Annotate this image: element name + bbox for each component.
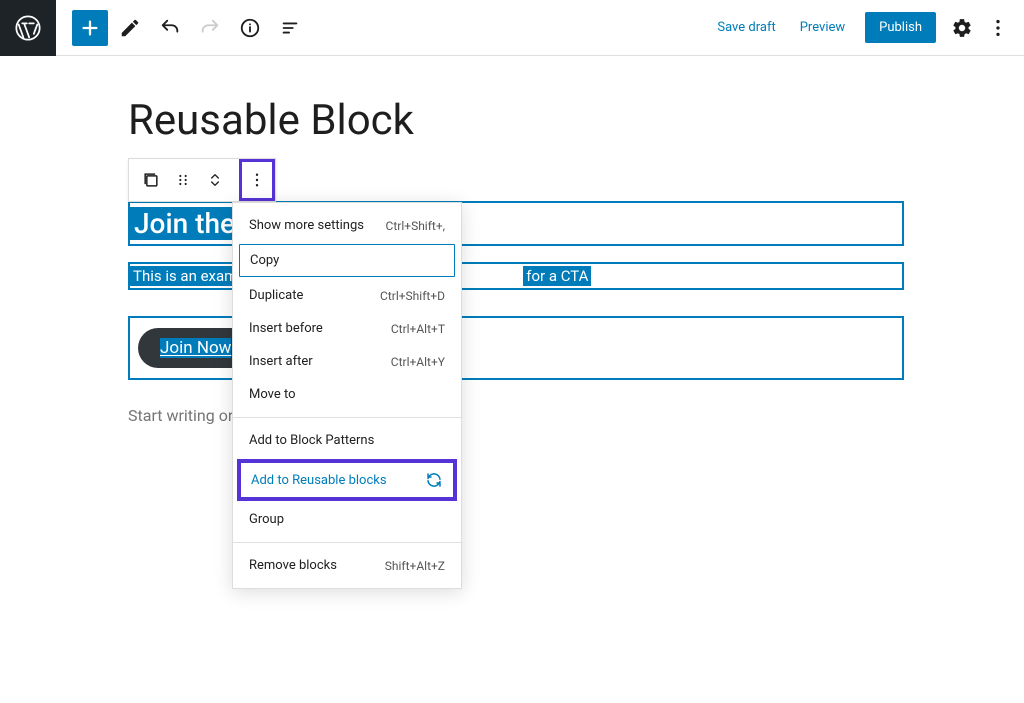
top-toolbar: Save draft Preview Publish [0, 0, 1024, 56]
cta-button-label: Join Now [160, 338, 231, 358]
settings-icon[interactable] [944, 10, 980, 46]
redo-icon [192, 10, 228, 46]
block-more-options-button[interactable] [239, 159, 275, 201]
move-up-down-icon[interactable] [199, 162, 231, 198]
post-title[interactable]: Reusable Block [128, 96, 904, 145]
drag-handle-icon[interactable] [167, 162, 199, 198]
more-options-icon[interactable] [980, 10, 1016, 46]
menu-item-duplicate[interactable]: Duplicate Ctrl+Shift+D [233, 279, 461, 312]
block-toolbar [128, 158, 276, 202]
paragraph-text-left[interactable]: This is an exam [130, 266, 240, 286]
save-draft-button[interactable]: Save draft [705, 12, 787, 43]
refresh-icon [425, 471, 443, 489]
heading-text[interactable]: Join the [130, 207, 239, 240]
info-icon[interactable] [232, 10, 268, 46]
menu-item-insert-after[interactable]: Insert after Ctrl+Alt+Y [233, 345, 461, 378]
menu-item-show-more-settings[interactable]: Show more settings Ctrl+Shift+, [233, 209, 461, 242]
menu-item-add-to-patterns[interactable]: Add to Block Patterns [233, 424, 461, 457]
paragraph-text-right[interactable]: for a CTA [523, 266, 591, 286]
wordpress-logo-icon[interactable] [0, 0, 56, 56]
menu-item-add-to-reusable[interactable]: Add to Reusable blocks [237, 459, 457, 501]
menu-item-group[interactable]: Group [233, 503, 461, 536]
preview-button[interactable]: Preview [788, 12, 857, 43]
menu-item-insert-before[interactable]: Insert before Ctrl+Alt+T [233, 312, 461, 345]
edit-mode-icon[interactable] [112, 10, 148, 46]
block-options-dropdown: Show more settings Ctrl+Shift+, Copy Dup… [232, 202, 462, 589]
undo-icon[interactable] [152, 10, 188, 46]
add-block-button[interactable] [72, 10, 108, 46]
menu-item-copy[interactable]: Copy [239, 244, 455, 277]
editor-canvas: Reusable Block Join the This is an exam … [128, 56, 904, 425]
menu-item-move-to[interactable]: Move to [233, 378, 461, 411]
block-type-icon[interactable] [135, 162, 167, 198]
menu-item-remove-blocks[interactable]: Remove blocks Shift+Alt+Z [233, 549, 461, 582]
list-view-icon[interactable] [272, 10, 308, 46]
publish-button[interactable]: Publish [865, 12, 936, 43]
